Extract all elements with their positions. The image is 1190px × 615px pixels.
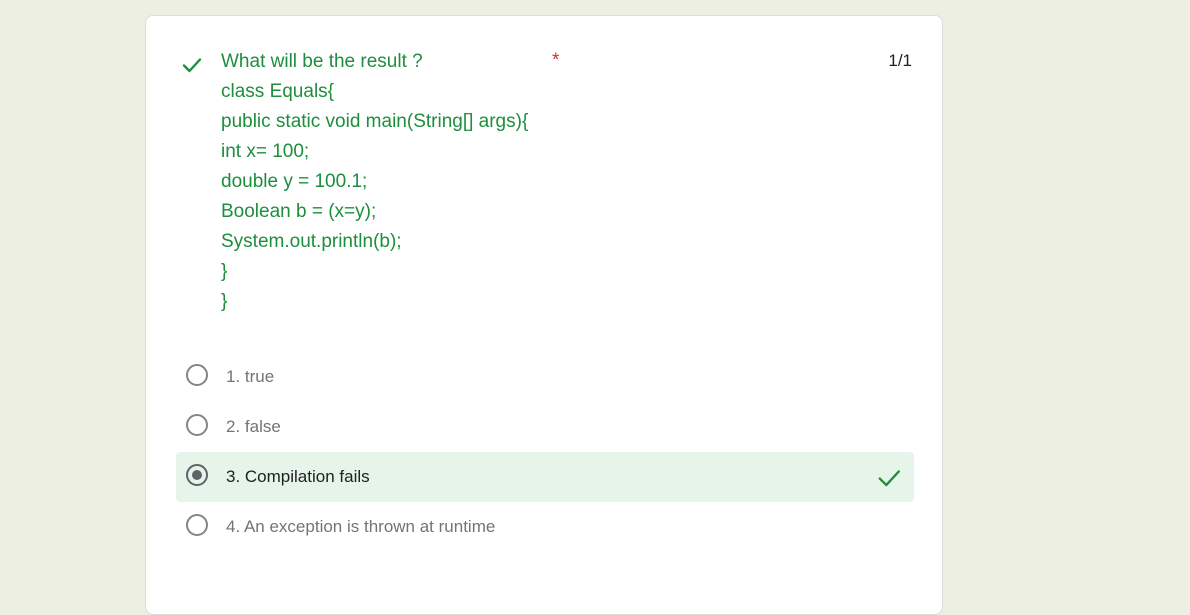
question-card: What will be the result ? class Equals{ …	[145, 15, 943, 615]
option-true[interactable]: 1. true	[176, 352, 914, 402]
option-exception[interactable]: 4. An exception is thrown at runtime	[176, 502, 914, 552]
answer-options: 1. true 2. false 3. Compilation fails 4.…	[176, 352, 914, 552]
radio-button[interactable]	[186, 364, 208, 386]
option-label: 1. true	[226, 367, 275, 386]
option-false[interactable]: 2. false	[176, 402, 914, 452]
code-line: }	[221, 261, 228, 282]
option-label: 3. Compilation fails	[226, 467, 370, 486]
code-line: int x= 100;	[221, 141, 310, 162]
score-label: 1/1	[888, 51, 912, 70]
code-line: System.out.println(b);	[221, 231, 402, 252]
code-line: }	[221, 291, 228, 312]
radio-dot	[192, 470, 202, 480]
correct-check-icon	[182, 58, 202, 73]
question-text: What will be the result ? class Equals{ …	[221, 47, 528, 317]
required-marker: *	[552, 50, 560, 71]
code-line: public static void main(String[] args){	[221, 111, 529, 132]
option-compilation-fails[interactable]: 3. Compilation fails	[176, 452, 914, 502]
radio-button[interactable]	[186, 514, 208, 536]
option-label: 4. An exception is thrown at runtime	[226, 517, 496, 536]
correct-answer-check-icon	[878, 470, 900, 487]
code-line: double y = 100.1;	[221, 171, 368, 192]
radio-button-selected[interactable]	[186, 464, 208, 486]
radio-button[interactable]	[186, 414, 208, 436]
code-line: class Equals{	[221, 81, 335, 102]
code-line: Boolean b = (x=y);	[221, 201, 377, 222]
option-label: 2. false	[226, 417, 281, 436]
question-title: What will be the result ?	[221, 51, 423, 72]
